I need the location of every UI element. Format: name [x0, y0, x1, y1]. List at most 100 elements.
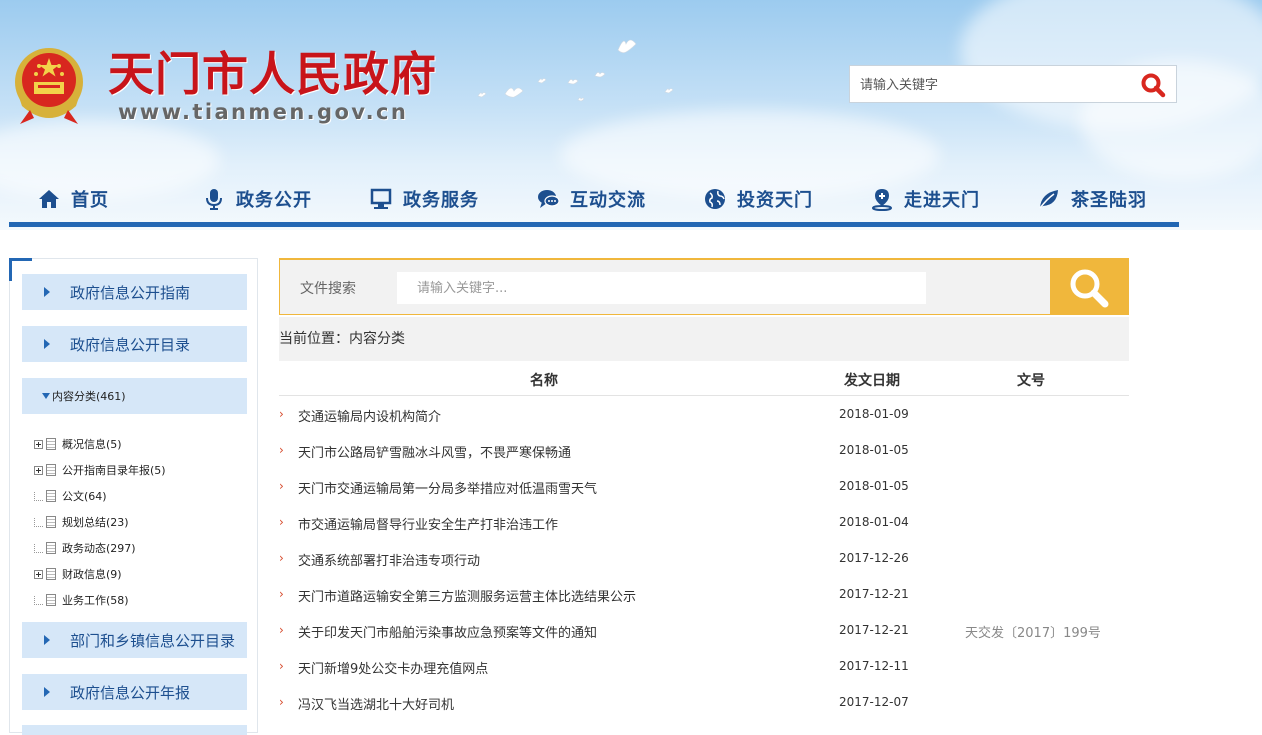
sidebar: 政府信息公开指南 政府信息公开目录 内容分类(461) 概况信息(5) 公开指南… [9, 258, 258, 735]
tree-item[interactable]: 业务工作(58) [34, 587, 244, 613]
tree-connector [34, 517, 43, 527]
table-row: › 天门市道路运输安全第三方监测服务运营主体比选结果公示 2017-12-21 [279, 576, 1129, 612]
document-icon [46, 516, 56, 528]
site-search-input[interactable] [858, 72, 1132, 98]
bullet-arrow-icon: › [279, 695, 284, 709]
sidebar-item-catalog[interactable]: 政府信息公开目录 [22, 326, 247, 362]
file-search-label: 文件搜索 [300, 281, 356, 297]
arrow-right-icon [44, 687, 50, 697]
table-row: › 交通系统部署打非治违专项行动 2017-12-26 [279, 540, 1129, 576]
file-search-input[interactable] [397, 272, 926, 304]
document-date: 2018-01-05 [839, 443, 909, 457]
category-tree: 概况信息(5) 公开指南目录年报(5) 公文(64) 规划总结(23) 政务动态… [34, 431, 244, 613]
expand-icon[interactable] [34, 569, 43, 579]
nav-interaction[interactable]: 互动交流 [536, 176, 646, 222]
sidebar-item-guide[interactable]: 政府信息公开指南 [22, 274, 247, 310]
expand-icon[interactable] [34, 465, 43, 475]
table-row: › 天门新增9处公交卡办理充值网点 2017-12-11 [279, 648, 1129, 684]
site-title: 天门市人民政府 [108, 47, 437, 101]
arrow-down-icon [42, 393, 50, 399]
tree-item[interactable]: 概况信息(5) [34, 431, 244, 457]
sidebar-item-dept-catalog[interactable]: 部门和乡镇信息公开目录 [22, 622, 247, 658]
tree-item[interactable]: 公文(64) [34, 483, 244, 509]
search-icon [1070, 269, 1109, 307]
doves-decoration [477, 39, 674, 102]
column-header-number: 文号 [1017, 373, 1045, 389]
tree-item-label: 公文(64) [62, 490, 107, 503]
table-row: › 市交通运输局督导行业安全生产打非治违工作 2018-01-04 [279, 504, 1129, 540]
tree-item[interactable]: 政务动态(297) [34, 535, 244, 561]
monitor-icon [370, 188, 392, 209]
document-icon [46, 594, 56, 606]
chat-icon [538, 190, 560, 208]
sidebar-item-label: 政府信息公开目录 [70, 335, 191, 354]
main-nav: 首页 政务公开 政务服务 互动交流 投资天门 走进天门 茶圣陆羽 [9, 176, 1179, 226]
tree-connector [34, 491, 43, 501]
tree-item-label: 业务工作(58) [62, 594, 129, 607]
bullet-arrow-icon: › [279, 623, 284, 637]
document-title-link[interactable]: 冯汉飞当选湖北十大好司机 [298, 694, 454, 713]
tree-item[interactable]: 公开指南目录年报(5) [34, 457, 244, 483]
tree-connector [34, 595, 43, 605]
bullet-arrow-icon: › [279, 551, 284, 565]
leaf-icon [1039, 190, 1058, 209]
table-row: › 天门市交通运输局第一分局多举措应对低温雨雪天气 2018-01-05 [279, 468, 1129, 504]
nav-home[interactable]: 首页 [37, 176, 109, 222]
nav-label: 首页 [71, 190, 109, 211]
document-title-link[interactable]: 天门市交通运输局第一分局多举措应对低温雨雪天气 [298, 478, 597, 497]
nav-gov-services[interactable]: 政务服务 [369, 176, 479, 222]
document-title-link[interactable]: 交通运输局内设机构简介 [298, 406, 441, 425]
nav-invest[interactable]: 投资天门 [703, 176, 813, 222]
document-number: 天交发〔2017〕199号 [965, 626, 1101, 641]
document-title-link[interactable]: 市交通运输局督导行业安全生产打非治违工作 [298, 514, 558, 533]
document-icon [46, 542, 56, 554]
nav-gov-affairs[interactable]: 政务公开 [202, 176, 312, 222]
nav-underline [9, 222, 1179, 227]
map-pin-icon [872, 189, 892, 211]
sidebar-item-label: 内容分类(461) [52, 390, 126, 403]
nav-visit[interactable]: 走进天门 [870, 176, 980, 222]
document-date: 2017-12-07 [839, 695, 909, 709]
bullet-arrow-icon: › [279, 443, 284, 457]
nav-label: 政务服务 [403, 190, 479, 211]
globe-icon [705, 189, 725, 209]
document-title-link[interactable]: 关于印发天门市船舶污染事故应急预案等文件的通知 [298, 622, 597, 641]
document-title-link[interactable]: 天门市公路局铲雪融冰斗风雪，不畏严寒保畅通 [298, 442, 571, 461]
document-title-link[interactable]: 天门市道路运输安全第三方监测服务运营主体比选结果公示 [298, 586, 636, 605]
sidebar-item-label: 政府信息公开年报 [70, 683, 191, 702]
bullet-arrow-icon: › [279, 515, 284, 529]
national-emblem-icon [15, 48, 83, 124]
arrow-right-icon [44, 339, 50, 349]
column-header-date: 发文日期 [844, 373, 900, 389]
arrow-right-icon [44, 287, 50, 297]
sidebar-item-content-category[interactable]: 内容分类(461) [22, 378, 247, 414]
tree-item-label: 概况信息(5) [62, 438, 122, 451]
sidebar-item-annual-report[interactable]: 政府信息公开年报 [22, 674, 247, 710]
document-date: 2018-01-05 [839, 479, 909, 493]
expand-icon[interactable] [34, 439, 43, 449]
document-icon [46, 490, 56, 502]
document-date: 2017-12-21 [839, 623, 909, 637]
file-search-panel: 文件搜索 [279, 258, 1129, 315]
search-icon[interactable] [1140, 72, 1166, 98]
nav-label: 投资天门 [737, 190, 813, 211]
tree-item[interactable]: 财政信息(9) [34, 561, 244, 587]
nav-label: 走进天门 [904, 190, 980, 211]
nav-label: 互动交流 [570, 190, 646, 211]
tree-item[interactable]: 规划总结(23) [34, 509, 244, 535]
sidebar-item-label: 部门和乡镇信息公开目录 [70, 631, 236, 650]
document-title-link[interactable]: 天门新增9处公交卡办理充值网点 [298, 658, 488, 677]
document-list: › 交通运输局内设机构简介 2018-01-09 › 天门市公路局铲雪融冰斗风雪… [279, 396, 1129, 720]
microphone-icon [206, 189, 222, 210]
bullet-arrow-icon: › [279, 587, 284, 601]
document-icon [46, 438, 56, 450]
nav-luyu[interactable]: 茶圣陆羽 [1037, 176, 1147, 222]
tree-item-label: 政务动态(297) [62, 542, 136, 555]
file-search-button[interactable] [1050, 260, 1128, 315]
document-date: 2017-12-26 [839, 551, 909, 565]
nav-label: 茶圣陆羽 [1071, 190, 1147, 211]
document-title-link[interactable]: 交通系统部署打非治违专项行动 [298, 550, 480, 569]
document-date: 2017-12-11 [839, 659, 909, 673]
tree-item-label: 财政信息(9) [62, 568, 122, 581]
bullet-arrow-icon: › [279, 659, 284, 673]
